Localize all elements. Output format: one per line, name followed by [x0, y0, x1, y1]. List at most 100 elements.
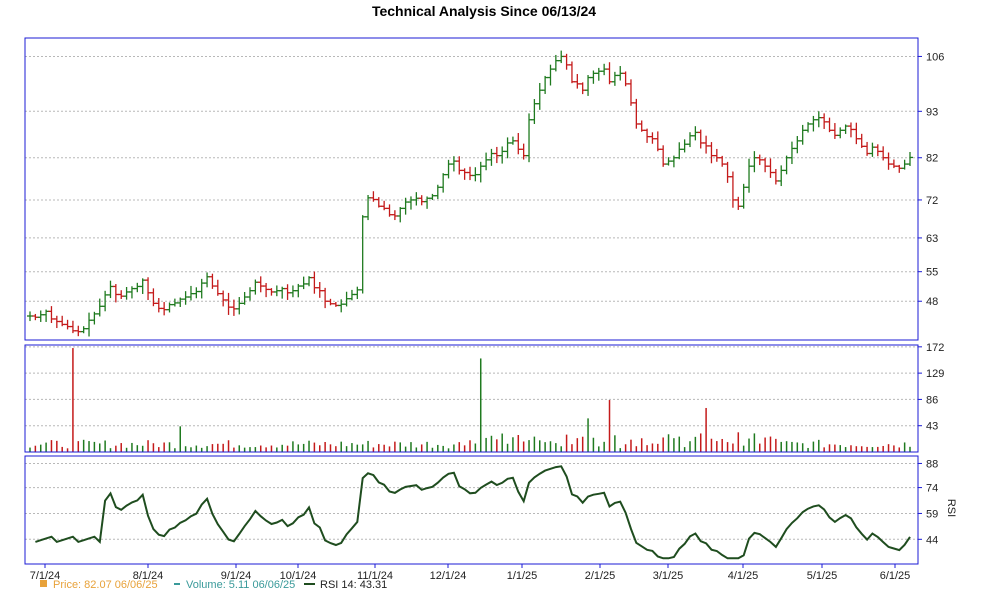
- price-bar: [799, 124, 806, 145]
- price-bar: [177, 297, 184, 307]
- price-bar: [145, 277, 152, 301]
- volume-tick-label: 43: [926, 421, 938, 433]
- price-bar: [751, 151, 758, 173]
- price-bar: [59, 315, 66, 327]
- price-bar: [467, 166, 473, 181]
- price-bar: [187, 285, 194, 301]
- grid-lines: [25, 55, 918, 540]
- price-bar: [107, 280, 114, 299]
- price-bar: [767, 158, 774, 178]
- price-bar: [579, 82, 586, 95]
- price-bar: [574, 74, 581, 89]
- price-bar: [756, 154, 763, 166]
- price-bar: [542, 75, 549, 94]
- price-bar: [150, 288, 157, 307]
- price-bar: [289, 285, 296, 298]
- x-tick-label: 6/1/25: [880, 570, 911, 582]
- price-bar: [198, 278, 205, 299]
- price-bar: [365, 195, 372, 221]
- x-tick-label: 12/1/24: [430, 570, 467, 582]
- price-tick-label: 63: [926, 233, 938, 245]
- price-bar: [434, 184, 441, 200]
- price-bar: [654, 131, 661, 152]
- price-bar: [257, 276, 264, 293]
- rsi-tick-label: 59: [926, 508, 938, 520]
- price-bar: [585, 75, 592, 96]
- price-bar: [762, 157, 769, 173]
- price-bar: [617, 66, 624, 81]
- price-bar: [53, 315, 60, 329]
- price-bar: [638, 120, 645, 132]
- price-bar: [123, 286, 130, 300]
- price-bar: [402, 197, 409, 215]
- price-tick-label: 72: [926, 195, 938, 207]
- price-bars: [27, 50, 913, 337]
- volume-panel-frame: [24, 344, 919, 453]
- price-tick-label: 93: [926, 106, 938, 118]
- price-bar: [896, 164, 903, 173]
- price-bar: [166, 302, 173, 313]
- price-bar: [499, 146, 506, 164]
- price-bar: [407, 196, 414, 210]
- price-bar: [27, 311, 33, 322]
- rsi-tick-label: 44: [926, 534, 938, 546]
- volume-tick-label: 129: [926, 368, 944, 380]
- price-bar: [842, 124, 849, 134]
- price-bar: [633, 98, 640, 129]
- price-bar: [472, 167, 479, 182]
- price-bar: [880, 146, 887, 161]
- price-tick-label: 55: [926, 267, 938, 279]
- price-bar: [708, 142, 715, 164]
- price-bar: [225, 292, 232, 315]
- price-bar: [746, 158, 753, 193]
- price-bar: [381, 200, 388, 211]
- x-tick-label: 2/1/25: [585, 570, 616, 582]
- price-bar: [128, 286, 135, 299]
- price-bar: [359, 215, 366, 294]
- price-tick-label: 48: [926, 296, 938, 308]
- price-bar: [48, 306, 55, 324]
- x-tick-label: 3/1/25: [653, 570, 684, 582]
- price-tick-label: 106: [926, 51, 944, 63]
- price-bar: [687, 132, 693, 148]
- price-bar: [429, 193, 436, 200]
- volume-tick-label: 172: [926, 342, 944, 354]
- price-bar: [171, 298, 178, 307]
- rsi-tick-label: 88: [926, 458, 938, 470]
- legend-rsi-label: RSI 14: 43.31: [320, 579, 387, 591]
- price-bar: [821, 113, 828, 129]
- price-bar: [338, 299, 345, 313]
- price-bar: [713, 148, 720, 162]
- price-bar: [837, 127, 844, 139]
- price-bar: [676, 142, 683, 160]
- price-bar: [268, 288, 275, 296]
- price-bar: [703, 135, 710, 154]
- price-bar: [477, 161, 484, 183]
- price-bar: [692, 126, 699, 141]
- price-bar: [644, 128, 651, 143]
- rsi-axis-label: RSI: [945, 499, 957, 517]
- price-bar: [665, 157, 672, 166]
- price-bar: [778, 165, 785, 187]
- price-bar: [306, 276, 313, 287]
- chart-stage: Technical Analysis Since 06/13/24 106 93 8…: [0, 0, 1000, 600]
- price-bar: [461, 168, 468, 180]
- x-tick-label: 5/1/25: [807, 570, 838, 582]
- x-tick-label: 4/1/25: [728, 570, 759, 582]
- price-bar: [43, 309, 50, 322]
- price-bar: [627, 79, 634, 106]
- price-bar: [783, 155, 790, 175]
- price-bar: [810, 115, 817, 132]
- price-bar: [526, 113, 533, 163]
- price-bar: [300, 276, 307, 290]
- price-bar: [520, 143, 527, 160]
- price-bar: [273, 285, 280, 297]
- price-bar: [252, 279, 259, 295]
- price-bar: [907, 151, 913, 167]
- price-bar: [445, 159, 452, 179]
- price-bar: [531, 99, 538, 125]
- price-bar: [483, 152, 490, 171]
- price-bar: [547, 64, 554, 86]
- price-bar: [263, 282, 270, 298]
- price-bar: [354, 286, 361, 300]
